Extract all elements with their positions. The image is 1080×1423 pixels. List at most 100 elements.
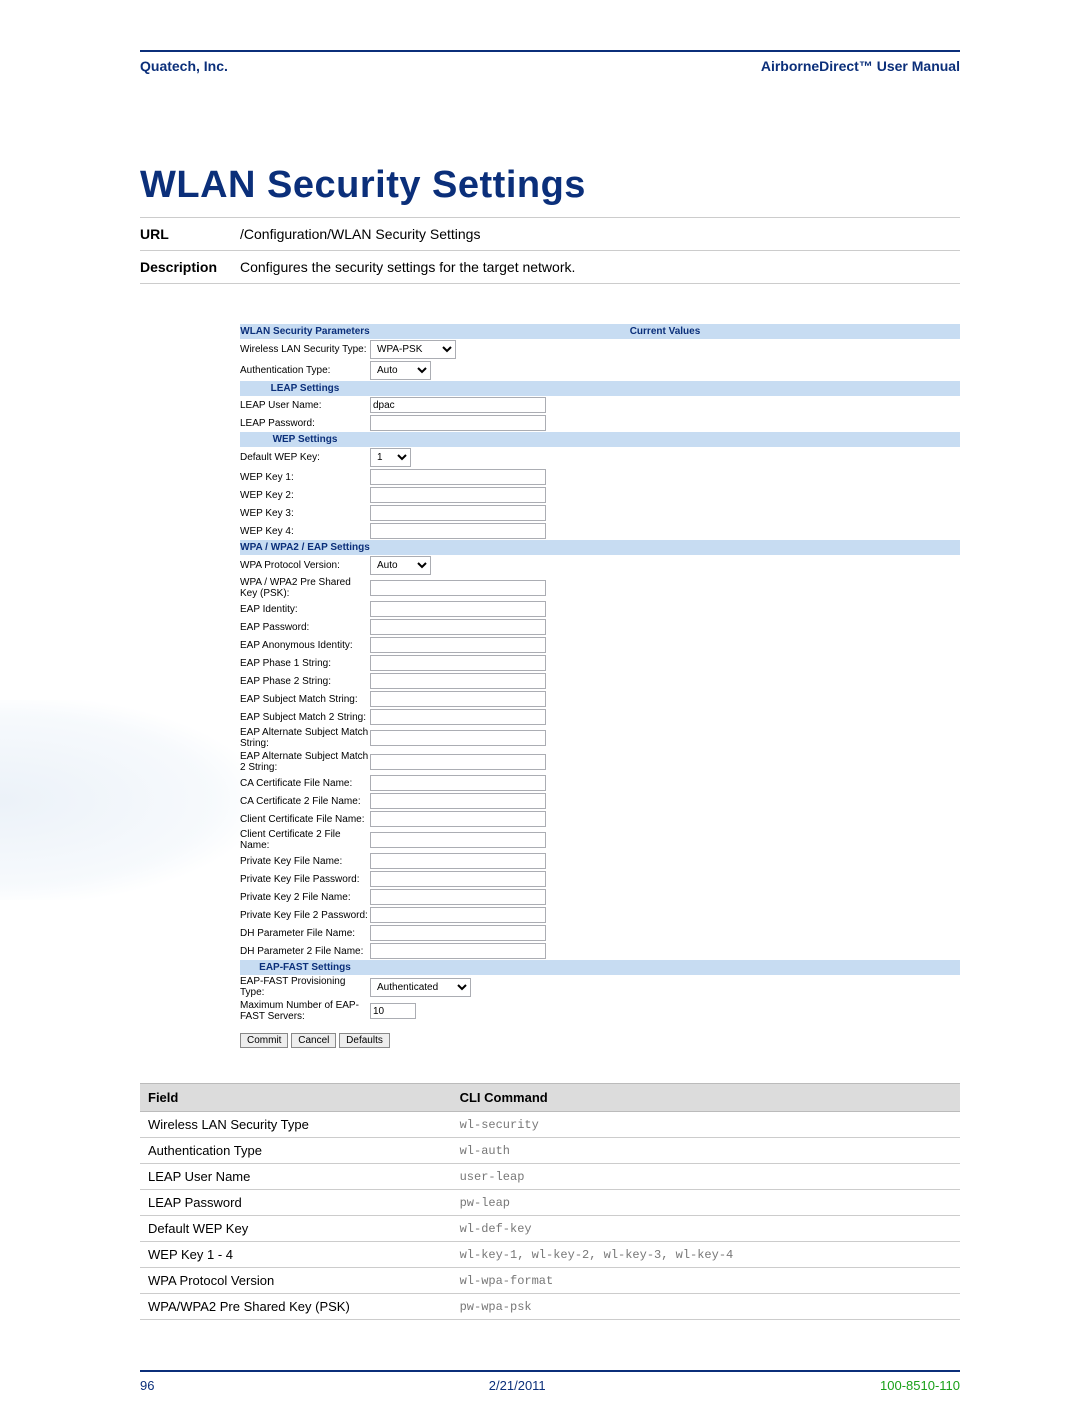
cli-field: Authentication Type [140,1138,452,1164]
table-row: LEAP Passwordpw-leap [140,1190,960,1216]
cli-command: user-leap [452,1164,960,1190]
label-pk-pw: Private Key File Password: [240,873,370,886]
input-wep3[interactable] [370,505,546,521]
meta-url-label: URL [140,226,240,242]
input-eap-sm[interactable] [370,691,546,707]
label-wpa-proto: WPA Protocol Version: [240,559,370,572]
input-pk2-pw[interactable] [370,907,546,923]
header-company: Quatech, Inc. [140,58,228,74]
label-eap-sm: EAP Subject Match String: [240,693,370,706]
cli-command: wl-security [452,1112,960,1138]
label-dh2: DH Parameter 2 File Name: [240,945,370,958]
label-eap-pw: EAP Password: [240,621,370,634]
label-leap-pw: LEAP Password: [240,417,370,430]
cli-field: WPA Protocol Version [140,1268,452,1294]
label-client-cert: Client Certificate File Name: [240,813,370,826]
label-pk2-pw: Private Key File 2 Password: [240,909,370,922]
label-dh: DH Parameter File Name: [240,927,370,940]
input-eap-p1[interactable] [370,655,546,671]
cli-field: WEP Key 1 - 4 [140,1242,452,1268]
form-area: WLAN Security Parameters Current Values … [240,324,960,1048]
section-head-wpa: WPA / WPA2 / EAP Settings [240,540,960,555]
commit-button[interactable]: Commit [240,1033,288,1048]
input-dh[interactable] [370,925,546,941]
cli-command: wl-key-1, wl-key-2, wl-key-3, wl-key-4 [452,1242,960,1268]
input-eapfast-max[interactable] [370,1003,416,1019]
cli-field: Wireless LAN Security Type [140,1112,452,1138]
cli-command: pw-leap [452,1190,960,1216]
footer-date: 2/21/2011 [489,1378,546,1393]
cli-field: WPA/WPA2 Pre Shared Key (PSK) [140,1294,452,1320]
label-eapfast-max: Maximum Number of EAP-FAST Servers: [240,999,370,1023]
meta-url-value: /Configuration/WLAN Security Settings [240,226,960,242]
label-eap-p2: EAP Phase 2 String: [240,675,370,688]
head-values: Current Values [370,324,960,339]
page-title: WLAN Security Settings [140,164,960,207]
label-eapfast-prov: EAP-FAST Provisioning Type: [240,975,370,999]
section-head-leap: LEAP Settings [240,381,960,396]
cli-field: Default WEP Key [140,1216,452,1242]
input-eap-anon[interactable] [370,637,546,653]
label-eap-sm2: EAP Subject Match 2 String: [240,711,370,724]
cli-field: LEAP User Name [140,1164,452,1190]
cli-field: LEAP Password [140,1190,452,1216]
header-manual: AirborneDirect™ User Manual [761,58,960,74]
label-ca: CA Certificate File Name: [240,777,370,790]
input-eap-pw[interactable] [370,619,546,635]
label-eap-id: EAP Identity: [240,603,370,616]
table-row: WPA Protocol Versionwl-wpa-format [140,1268,960,1294]
select-eapfast-prov[interactable]: Authenticated [370,978,471,997]
input-wep1[interactable] [370,469,546,485]
input-ca[interactable] [370,775,546,791]
input-eap-asm[interactable] [370,730,546,746]
defaults-button[interactable]: Defaults [339,1033,390,1048]
table-row: WEP Key 1 - 4wl-key-1, wl-key-2, wl-key-… [140,1242,960,1268]
select-sec-type[interactable]: WPA-PSK [370,340,456,359]
select-wpa-proto[interactable]: Auto [370,556,431,575]
meta-url-row: URL /Configuration/WLAN Security Setting… [140,217,960,251]
input-eap-id[interactable] [370,601,546,617]
select-auth-type[interactable]: Auto [370,361,431,380]
label-wep4: WEP Key 4: [240,525,370,538]
input-pk[interactable] [370,853,546,869]
input-client-cert2[interactable] [370,832,546,848]
input-eap-asm2[interactable] [370,754,546,770]
input-pk-pw[interactable] [370,871,546,887]
cli-command: wl-def-key [452,1216,960,1242]
table-row: Authentication Typewl-auth [140,1138,960,1164]
footer-page: 96 [140,1378,154,1393]
input-client-cert[interactable] [370,811,546,827]
section-head-wep: WEP Settings [240,432,960,447]
head-params: WLAN Security Parameters [240,324,370,339]
label-eap-p1: EAP Phase 1 String: [240,657,370,670]
meta-desc-row: Description Configures the security sett… [140,251,960,284]
meta-desc-value: Configures the security settings for the… [240,259,960,275]
input-ca2[interactable] [370,793,546,809]
input-eap-p2[interactable] [370,673,546,689]
input-leap-pw[interactable] [370,415,546,431]
select-wep-default[interactable]: 1 [370,448,411,467]
table-row: LEAP User Nameuser-leap [140,1164,960,1190]
label-sec-type: Wireless LAN Security Type: [240,343,370,356]
leap-head: LEAP Settings [240,381,370,396]
input-eap-sm2[interactable] [370,709,546,725]
input-dh2[interactable] [370,943,546,959]
label-leap-user: LEAP User Name: [240,399,370,412]
input-psk[interactable] [370,580,546,596]
section-head-main: WLAN Security Parameters Current Values [240,324,960,339]
table-row: WPA/WPA2 Pre Shared Key (PSK)pw-wpa-psk [140,1294,960,1320]
cli-table: Field CLI Command Wireless LAN Security … [140,1083,960,1320]
label-eap-asm: EAP Alternate Subject Match String: [240,726,370,750]
label-pk2: Private Key 2 File Name: [240,891,370,904]
meta-desc-label: Description [140,259,240,275]
input-leap-user[interactable] [370,397,546,413]
input-pk2[interactable] [370,889,546,905]
cancel-button[interactable]: Cancel [291,1033,336,1048]
header-rule [140,50,960,52]
label-client-cert2: Client Certificate 2 File Name: [240,828,370,852]
cli-header-field: Field [140,1084,452,1112]
input-wep2[interactable] [370,487,546,503]
input-wep4[interactable] [370,523,546,539]
label-psk: WPA / WPA2 Pre Shared Key (PSK): [240,576,370,600]
label-wep-default: Default WEP Key: [240,451,370,464]
